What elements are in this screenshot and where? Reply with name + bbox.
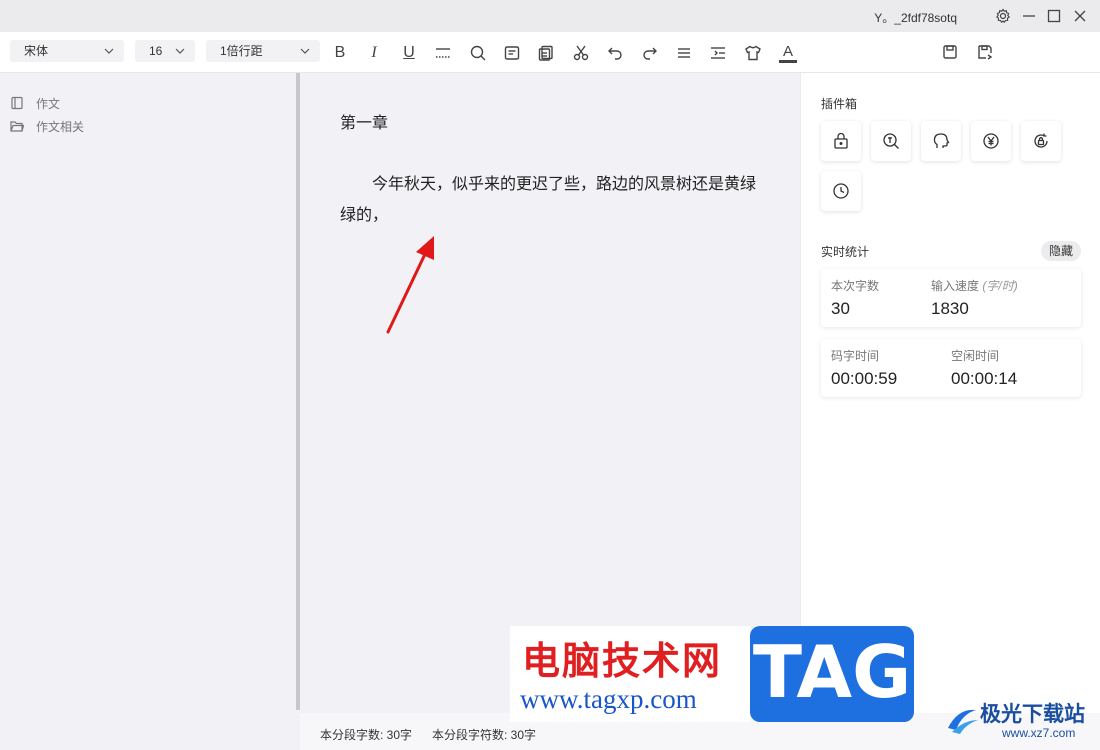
note-icon[interactable]	[502, 43, 522, 63]
sync-lock-icon[interactable]	[1021, 121, 1061, 161]
font-size-select[interactable]: 16	[135, 40, 195, 62]
sidebar: 作文 作文相关	[0, 73, 296, 750]
save-as-icon[interactable]	[975, 42, 995, 62]
editor-paragraph[interactable]: 今年秋天，似乎来的更迟了些，路边的风景树还是黄绿绿的，	[340, 169, 760, 231]
chevron-down-icon	[104, 48, 114, 54]
format-toolbar: 宋体 16 1倍行距 B I U A	[0, 32, 1100, 73]
right-panel: 插件箱 实时统计 隐藏 本次字数 30 输入速度 (字/时) 1830 码字时间…	[800, 73, 1100, 713]
font-color-icon[interactable]: A	[778, 43, 798, 63]
yen-icon[interactable]	[971, 121, 1011, 161]
typing-time-label: 码字时间	[831, 349, 880, 363]
chevron-down-icon	[175, 48, 185, 54]
plugin-box-title: 插件箱	[821, 97, 858, 111]
speed-value: 1830	[931, 299, 969, 318]
stat-card-time: 码字时间 00:00:59 空闲时间 00:00:14	[821, 339, 1081, 397]
font-family-select[interactable]: 宋体	[10, 40, 124, 62]
aurora-logo-icon	[948, 709, 978, 734]
watermark-site: 电脑技术网 www.tagxp.com	[510, 626, 750, 722]
align-icon[interactable]	[674, 43, 694, 63]
undo-icon[interactable]	[605, 43, 625, 63]
word-search-icon[interactable]	[871, 121, 911, 161]
font-family-value: 宋体	[24, 44, 49, 58]
typing-time-value: 00:00:59	[831, 369, 898, 388]
watermark-logo-url: www.xz7.com	[1002, 726, 1076, 740]
sidebar-item-label: 作文相关	[36, 119, 85, 134]
watermark-xz7-logo: 极光下载站 www.xz7.com	[940, 692, 1100, 748]
head-icon[interactable]	[921, 121, 961, 161]
search-icon[interactable]	[468, 43, 488, 63]
cut-icon[interactable]	[571, 43, 591, 63]
watermark-tag-logo: TAG	[750, 626, 914, 722]
sidebar-item-label: 作文	[36, 96, 61, 111]
session-chars-label: 本次字数	[831, 279, 880, 293]
settings-gear-icon[interactable]	[993, 6, 1013, 26]
save-icon[interactable]	[940, 42, 960, 62]
watermark-tag-text: TAG	[752, 630, 912, 714]
clock-icon[interactable]	[821, 171, 861, 211]
stat-card-session: 本次字数 30 输入速度 (字/时) 1830	[821, 269, 1081, 327]
redo-icon[interactable]	[640, 43, 660, 63]
copy-icon[interactable]	[536, 43, 556, 63]
lock-icon[interactable]	[821, 121, 861, 161]
watermark-logo-cn: 极光下载站	[980, 702, 1085, 726]
idle-time-value: 00:00:14	[951, 369, 1018, 388]
underline-icon[interactable]: U	[399, 43, 419, 63]
idle-time-label: 空闲时间	[951, 349, 1000, 363]
watermark-site-cn: 电脑技术网	[522, 639, 723, 683]
title-bar: Y。_2fdf78sotq	[0, 0, 1100, 32]
realtime-stats-title: 实时统计	[821, 245, 870, 259]
sidebar-item-zuowen[interactable]: 作文	[10, 94, 60, 112]
close-icon[interactable]	[1070, 6, 1090, 26]
session-chars-value: 30	[831, 299, 850, 318]
speed-label: 输入速度 (字/时)	[931, 279, 1018, 293]
red-annotation-arrow	[386, 236, 434, 334]
watermark-site-url: www.tagxp.com	[520, 684, 697, 714]
bold-icon[interactable]: B	[330, 43, 350, 63]
chevron-down-icon	[300, 48, 310, 54]
editor-area[interactable]: 第一章 今年秋天，似乎来的更迟了些，路边的风景树还是黄绿绿的，	[300, 73, 800, 713]
line-spacing-select[interactable]: 1倍行距	[206, 40, 320, 62]
hide-stats-button[interactable]: 隐藏	[1041, 241, 1081, 261]
paragraph-char-count: 本分段字数: 30字	[320, 728, 413, 742]
divider-line-icon[interactable]	[433, 43, 453, 63]
paragraph-symbol-count: 本分段字符数: 30字	[432, 728, 537, 742]
username[interactable]: Y。_2fdf78sotq	[874, 9, 957, 26]
folder-icon	[10, 121, 24, 132]
sidebar-item-zuowen-related[interactable]: 作文相关	[10, 117, 84, 135]
theme-shirt-icon[interactable]	[743, 43, 763, 63]
indent-icon[interactable]	[708, 43, 728, 63]
chapter-title[interactable]: 第一章	[340, 109, 388, 133]
speed-unit: (字/时)	[982, 279, 1018, 293]
maximize-icon[interactable]	[1044, 6, 1064, 26]
font-size-value: 16	[149, 44, 163, 58]
book-icon	[11, 96, 23, 110]
italic-icon[interactable]: I	[364, 43, 384, 63]
line-spacing-value: 1倍行距	[220, 44, 263, 58]
minimize-icon[interactable]	[1019, 6, 1039, 26]
